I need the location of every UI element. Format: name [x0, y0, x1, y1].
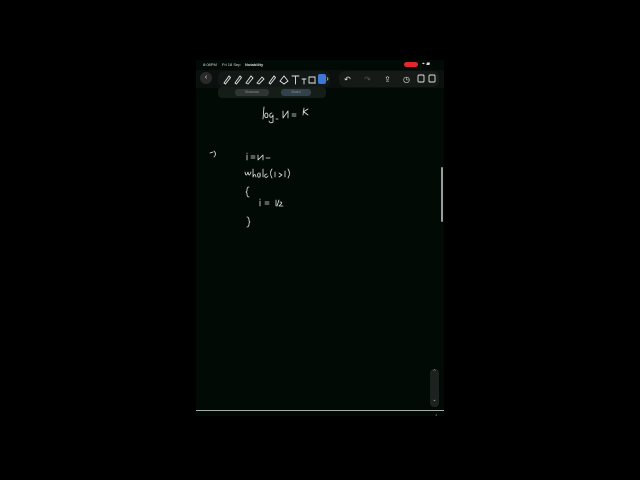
ipad-screen: 8:08PM Fri 18 Sep Notability ⌖ ▰ ‹ › ↶ ↷…	[196, 60, 444, 416]
vertical-scrollbar[interactable]	[441, 167, 443, 222]
redo-button[interactable]: ↷	[363, 75, 372, 84]
back-button[interactable]: ‹	[200, 72, 212, 84]
undo-button[interactable]: ↶	[343, 75, 352, 84]
eraser-icon	[256, 76, 265, 85]
page-navigator[interactable]: ⌃ ⌄	[430, 369, 439, 407]
page-corner-icon: ◞	[434, 411, 437, 416]
code-line-assign	[259, 198, 284, 207]
handwriting-canvas[interactable]	[196, 100, 444, 404]
step-number	[209, 150, 216, 158]
shape-icon	[279, 75, 289, 85]
pen-tools-group	[218, 71, 341, 87]
marker-icon	[268, 75, 277, 85]
copy-icon	[428, 74, 436, 83]
log-expression	[262, 106, 309, 124]
page-icons[interactable]	[417, 74, 439, 84]
tool-options-bar: Shadows Board	[218, 87, 326, 98]
status-date: Fri 18 Sep	[222, 62, 241, 67]
chevron-up-icon[interactable]: ⌃	[430, 369, 439, 375]
open-brace	[245, 186, 250, 198]
active-tool-indicator	[315, 80, 316, 84]
history-button[interactable]: ◷	[402, 75, 411, 84]
share-button[interactable]: ⇪	[383, 75, 392, 84]
page-boundary	[196, 410, 444, 411]
screen-recording-indicator[interactable]	[404, 62, 418, 67]
board-option[interactable]: Board	[281, 89, 311, 96]
more-tools-button[interactable]: ›	[323, 74, 332, 83]
pen-icon	[223, 75, 232, 85]
shadows-option[interactable]: Shadows	[235, 89, 269, 96]
tool-icons	[223, 75, 341, 85]
battery-icon: ⌖ ▰	[422, 61, 431, 67]
code-line-while	[244, 168, 290, 179]
text-icon	[291, 75, 307, 85]
status-time: 8:08PM	[203, 62, 217, 67]
pencil-icon	[234, 75, 243, 85]
status-app-name: Notability	[245, 62, 264, 67]
chevron-down-icon[interactable]: ⌄	[430, 397, 439, 403]
pages-icon	[417, 74, 425, 83]
code-line-init	[246, 152, 271, 161]
status-bar: 8:08PM Fri 18 Sep Notability ⌖ ▰	[196, 60, 444, 70]
highlighter-icon	[245, 75, 254, 85]
close-brace	[246, 216, 251, 228]
note-toolbar: ‹ › ↶ ↷ ⇪ ◷	[196, 70, 444, 88]
actions-group: ↶ ↷ ⇪ ◷	[339, 71, 439, 87]
